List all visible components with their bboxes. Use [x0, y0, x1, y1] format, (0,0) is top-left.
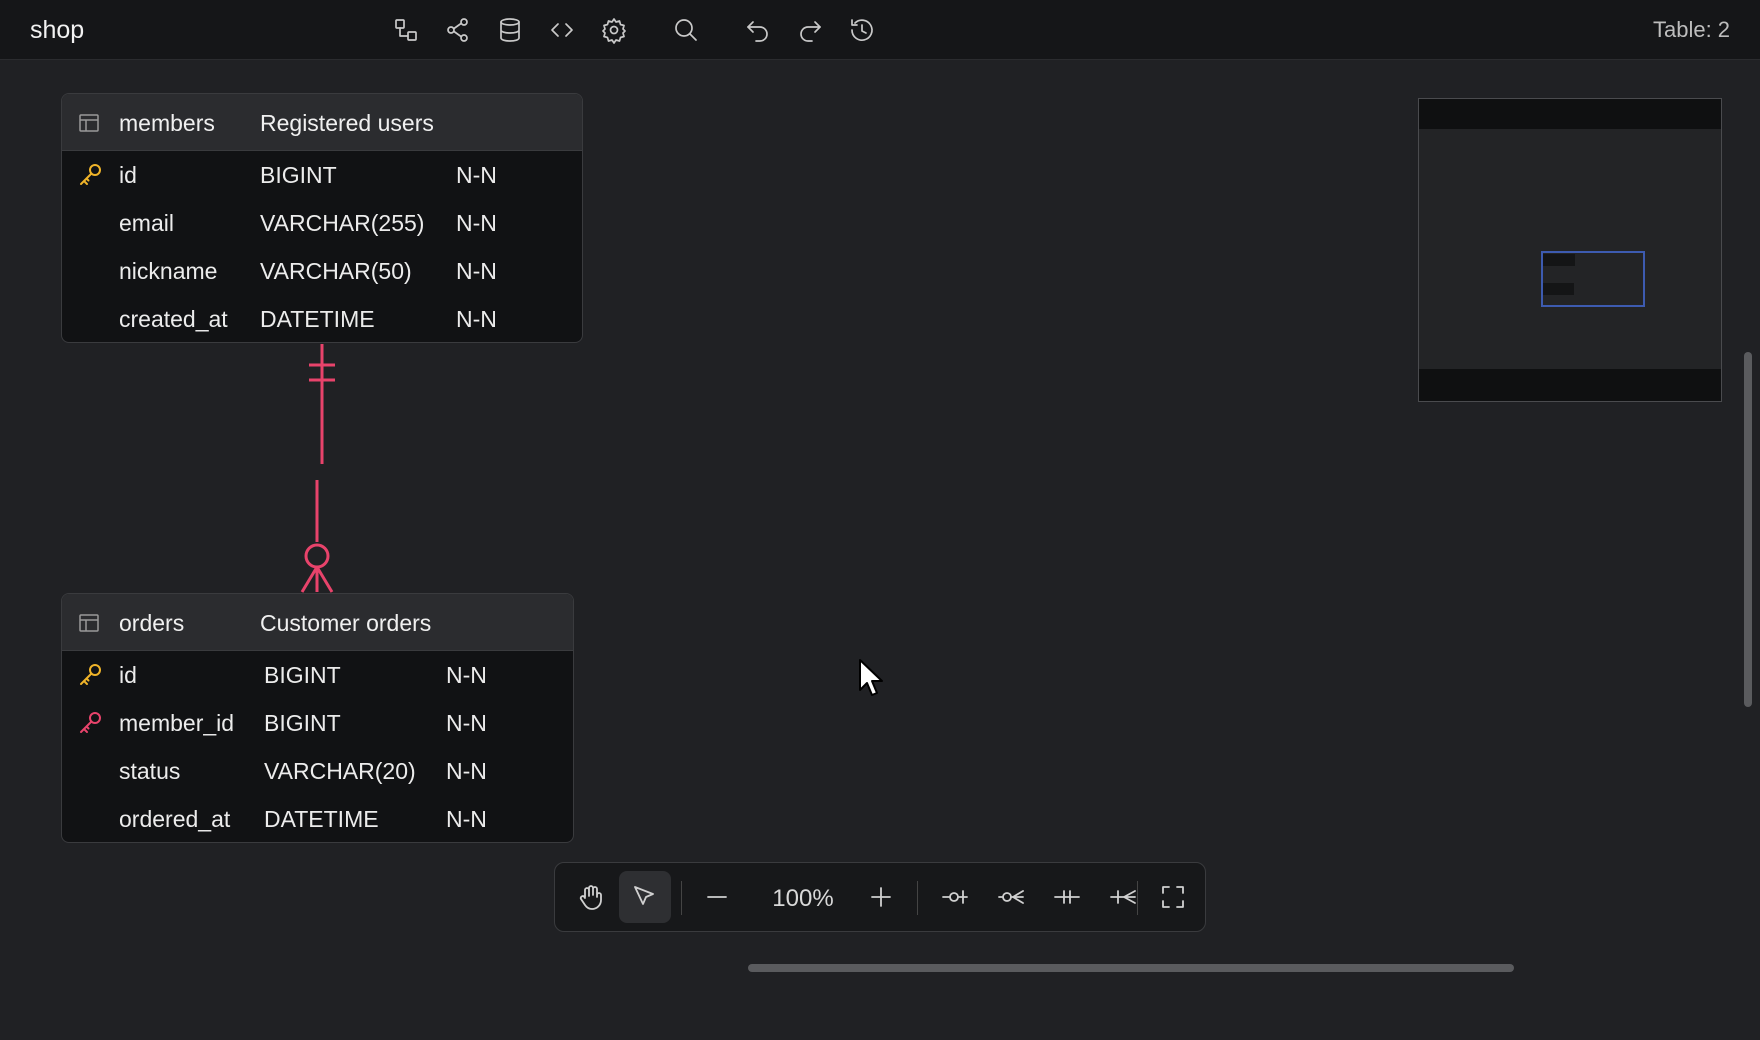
table-members[interactable]: members Registered users id BIGINT N-N e…: [61, 93, 583, 343]
table-comment: Customer orders: [260, 610, 432, 636]
database-icon[interactable]: [492, 12, 528, 48]
share-icon[interactable]: [440, 12, 476, 48]
column-type: BIGINT: [264, 662, 341, 688]
table-icon: [78, 112, 100, 134]
gear-icon[interactable]: [596, 12, 632, 48]
undo-icon[interactable]: [740, 12, 776, 48]
one-only-icon: [1054, 890, 1080, 904]
zoom-in-button[interactable]: [855, 871, 907, 923]
primary-key-icon: [77, 162, 103, 188]
column-nullability: N-N: [446, 710, 487, 736]
column-name: id: [119, 662, 137, 688]
table-count-value: 2: [1717, 17, 1730, 42]
toolbar-divider: [917, 881, 918, 915]
table-name: members: [119, 110, 215, 136]
table-comment: Registered users: [260, 110, 434, 136]
column-nullability: N-N: [446, 662, 487, 688]
table-icon: [78, 612, 100, 634]
zero-or-one-button[interactable]: [929, 871, 981, 923]
zero-circle: [304, 543, 330, 569]
select-tool-button[interactable]: [619, 871, 671, 923]
column-nullability: N-N: [456, 210, 497, 236]
column-name: id: [119, 162, 137, 188]
crow-foot-left: [300, 566, 319, 593]
column-nullability: N-N: [446, 806, 487, 832]
table-orders[interactable]: orders Customer orders id BIGINT N-N mem…: [61, 593, 574, 843]
search-icon[interactable]: [668, 12, 704, 48]
zero-or-many-icon: [998, 890, 1024, 904]
minimap-canvas: [1419, 129, 1721, 369]
vertical-scrollbar[interactable]: [1744, 352, 1752, 707]
hand-tool-button[interactable]: [565, 871, 617, 923]
zoom-in-icon: [871, 887, 891, 907]
column-type: BIGINT: [264, 710, 341, 736]
zoom-level[interactable]: 100%: [753, 885, 853, 913]
zero-or-one-icon: [942, 890, 968, 904]
column-type: VARCHAR(20): [264, 758, 416, 784]
zoom-out-button[interactable]: [691, 871, 743, 923]
column-row[interactable]: ordered_at DATETIME N-N: [62, 795, 573, 842]
crow-foot-right: [315, 566, 334, 593]
column-row[interactable]: created_at DATETIME N-N: [62, 295, 582, 342]
table-header[interactable]: orders Customer orders: [62, 594, 573, 651]
fullscreen-button[interactable]: [1147, 871, 1199, 923]
history-icon[interactable]: [844, 12, 880, 48]
fullscreen-icon: [1162, 886, 1184, 908]
column-nullability: N-N: [456, 162, 497, 188]
zoom-out-icon: [707, 896, 727, 898]
column-name: created_at: [119, 306, 228, 332]
horizontal-scrollbar[interactable]: [748, 964, 1514, 972]
column-name: email: [119, 210, 174, 236]
foreign-key-icon: [77, 710, 103, 736]
code-icon[interactable]: [544, 12, 580, 48]
column-type: DATETIME: [260, 306, 375, 332]
table-header[interactable]: members Registered users: [62, 94, 582, 151]
column-name: nickname: [119, 258, 218, 284]
column-type: VARCHAR(255): [260, 210, 425, 236]
top-bar: shop Table: 2: [0, 0, 1760, 60]
primary-key-icon: [77, 662, 103, 688]
mouse-cursor-icon: [859, 659, 883, 696]
column-row[interactable]: nickname VARCHAR(50) N-N: [62, 247, 582, 295]
minimap[interactable]: [1418, 98, 1722, 402]
pointer-icon: [634, 886, 654, 905]
toolbar-divider: [681, 881, 682, 915]
zero-or-many-button[interactable]: [985, 871, 1037, 923]
column-type: BIGINT: [260, 162, 337, 188]
column-row[interactable]: member_id BIGINT N-N: [62, 699, 573, 747]
column-name: member_id: [119, 710, 235, 736]
table-name: orders: [119, 610, 185, 636]
column-nullability: N-N: [456, 306, 497, 332]
table-count-label: Table:: [1653, 17, 1712, 42]
one-or-many-button[interactable]: [1097, 871, 1149, 923]
hand-icon: [579, 885, 602, 910]
toolbar-divider: [1137, 881, 1138, 915]
canvas-toolbar: 100%: [554, 862, 1206, 932]
column-nullability: N-N: [456, 258, 497, 284]
column-nullability: N-N: [446, 758, 487, 784]
column-row[interactable]: status VARCHAR(20) N-N: [62, 747, 573, 795]
minimap-viewport[interactable]: [1541, 251, 1645, 307]
column-row[interactable]: id BIGINT N-N: [62, 151, 582, 199]
one-only-button[interactable]: [1041, 871, 1093, 923]
project-title: shop: [30, 16, 85, 44]
one-or-many-icon: [1110, 890, 1136, 904]
diagram-icon[interactable]: [388, 12, 424, 48]
column-name: ordered_at: [119, 806, 231, 832]
column-name: status: [119, 758, 181, 784]
column-type: VARCHAR(50): [260, 258, 412, 284]
column-row[interactable]: id BIGINT N-N: [62, 651, 573, 699]
redo-icon[interactable]: [792, 12, 828, 48]
table-count: Table: 2: [1647, 17, 1730, 43]
column-type: DATETIME: [264, 806, 379, 832]
column-row[interactable]: email VARCHAR(255) N-N: [62, 199, 582, 247]
